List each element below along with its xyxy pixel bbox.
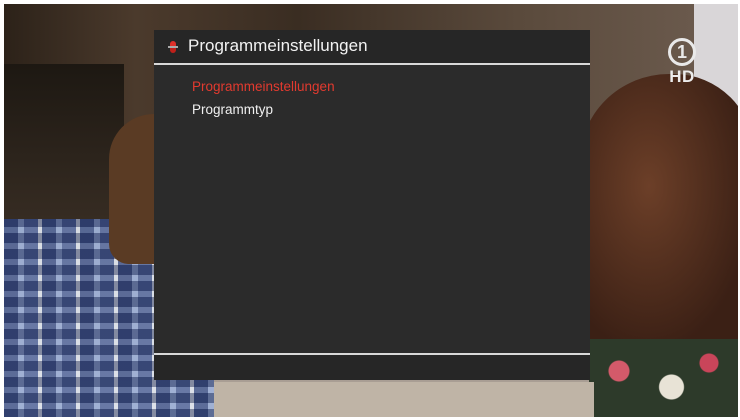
hd-label: HD — [669, 67, 695, 86]
menu-list: Programmeinstellungen Programmtyp — [192, 75, 335, 121]
channel-logo: 1 HD — [664, 38, 700, 86]
header-divider — [154, 63, 590, 65]
tv-screen: 1 HD Programmeinstellungen Programmeinst… — [4, 4, 738, 417]
menu-item-programmtyp[interactable]: Programmtyp — [192, 98, 335, 121]
background-person-right — [579, 74, 738, 354]
menu-title: Programmeinstellungen — [188, 36, 368, 55]
up-down-arrow-icon — [168, 41, 178, 53]
menu-footer — [154, 355, 590, 380]
background-floral-dress — [589, 339, 738, 417]
menu-item-programmeinstellungen[interactable]: Programmeinstellungen — [192, 75, 335, 98]
background-bottom — [214, 382, 594, 417]
background-shadow — [4, 64, 124, 244]
menu-header: Programmeinstellungen — [154, 30, 590, 63]
channel-number-icon: 1 — [668, 38, 696, 66]
settings-menu-panel: Programmeinstellungen Programmeinstellun… — [154, 30, 590, 380]
